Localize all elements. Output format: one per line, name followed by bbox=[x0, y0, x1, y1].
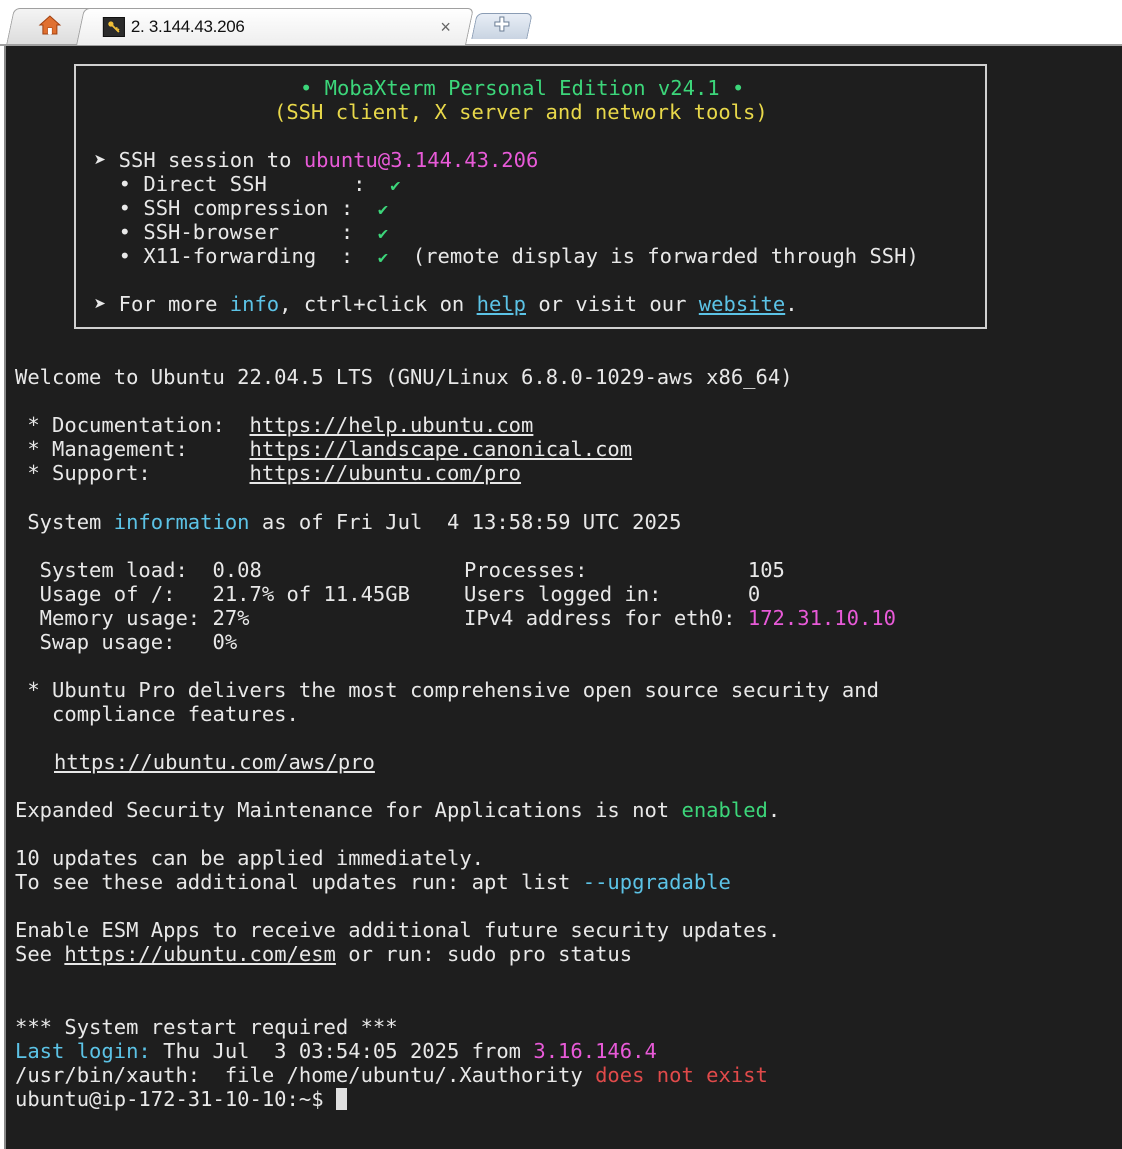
banner-more-info: ➤ For more info, ctrl+click on help or v… bbox=[94, 292, 798, 316]
tab-bar: 2. 3.144.43.206 × bbox=[0, 0, 1122, 45]
xauth-error: does not exist bbox=[595, 1063, 768, 1087]
ipv4-address: 172.31.10.10 bbox=[747, 606, 896, 630]
stat-right: Processes: 105 bbox=[464, 558, 785, 582]
stat-left: System load: 0.08 bbox=[15, 558, 262, 582]
updates-line: 10 updates can be applied immediately. bbox=[15, 846, 484, 870]
home-icon bbox=[38, 14, 62, 41]
info-link[interactable]: info bbox=[230, 292, 279, 316]
stat-left: Swap usage: 0% bbox=[15, 630, 238, 654]
enable-esm-line: Enable ESM Apps to receive additional fu… bbox=[15, 918, 781, 942]
check-icon: ✔ bbox=[390, 176, 401, 196]
management-line: * Management: https://landscape.canonica… bbox=[15, 437, 633, 461]
stat-left: Usage of /: 21.7% of 11.45GB bbox=[15, 582, 410, 606]
last-login-ip: 3.16.146.4 bbox=[533, 1039, 657, 1063]
website-link[interactable]: website bbox=[699, 292, 785, 316]
check-icon: ✔ bbox=[377, 224, 389, 244]
esm-link[interactable]: https://ubuntu.com/esm bbox=[64, 942, 336, 966]
banner-feature: • X11-forwarding : ✔ (remote display is … bbox=[94, 244, 919, 268]
banner-title: • MobaXterm Personal Edition v24.1 • bbox=[300, 76, 745, 100]
cursor bbox=[335, 1088, 347, 1110]
esm-enabled-word: enabled bbox=[681, 798, 768, 822]
shell-prompt[interactable]: ubuntu@ip-172-31-10-10:~$ bbox=[15, 1087, 347, 1111]
esm-line: Expanded Security Maintenance for Applic… bbox=[15, 798, 781, 822]
upgradable-flag: --upgradable bbox=[582, 870, 731, 894]
terminal[interactable]: • MobaXterm Personal Edition v24.1 • (SS… bbox=[4, 46, 1122, 1149]
stat-left: Memory usage: 27% bbox=[15, 606, 250, 630]
support-line: * Support: https://ubuntu.com/pro bbox=[15, 461, 522, 485]
new-tab-icon bbox=[494, 16, 510, 37]
mobaxterm-banner: • MobaXterm Personal Edition v24.1 • (SS… bbox=[74, 64, 987, 329]
management-link[interactable]: https://landscape.canonical.com bbox=[250, 437, 633, 461]
ubuntu-pro-line: * Ubuntu Pro delivers the most comprehen… bbox=[15, 678, 879, 702]
banner-session-line: ➤ SSH session to ubuntu@3.144.43.206 bbox=[94, 148, 539, 172]
ubuntu-pro-link[interactable]: https://ubuntu.com/aws/pro bbox=[54, 750, 375, 774]
last-login-line: Last login: Thu Jul 3 03:54:05 2025 from… bbox=[15, 1039, 657, 1063]
documentation-link[interactable]: https://help.ubuntu.com bbox=[250, 413, 534, 437]
close-icon[interactable]: × bbox=[440, 17, 451, 38]
session-target: ubuntu@3.144.43.206 bbox=[303, 148, 539, 172]
esm-see-line: See https://ubuntu.com/esm or run: sudo … bbox=[15, 942, 633, 966]
sysinfo-word: information bbox=[113, 510, 250, 534]
restart-required-line: *** System restart required *** bbox=[15, 1015, 398, 1039]
documentation-line: * Documentation: https://help.ubuntu.com bbox=[15, 413, 534, 437]
banner-subtitle: (SSH client, X server and network tools) bbox=[274, 100, 768, 124]
banner-feature: • SSH compression : ✔ bbox=[94, 196, 389, 220]
key-icon bbox=[102, 17, 125, 37]
check-icon: ✔ bbox=[377, 200, 389, 220]
updates-command-line: To see these additional updates run: apt… bbox=[15, 870, 731, 894]
sysinfo-line: System information as of Fri Jul 4 13:58… bbox=[15, 510, 682, 534]
tab-session[interactable]: 2. 3.144.43.206 × bbox=[76, 8, 474, 45]
help-link[interactable]: help bbox=[477, 292, 526, 316]
welcome-line: Welcome to Ubuntu 22.04.5 LTS (GNU/Linux… bbox=[15, 365, 793, 389]
new-tab-button[interactable] bbox=[471, 13, 533, 39]
tab-session-title: 2. 3.144.43.206 bbox=[130, 17, 245, 36]
stat-right: Users logged in: 0 bbox=[464, 582, 761, 606]
banner-feature: • SSH-browser : ✔ bbox=[94, 220, 389, 244]
ubuntu-pro-line: compliance features. bbox=[15, 702, 299, 726]
check-icon: ✔ bbox=[377, 248, 389, 268]
support-link[interactable]: https://ubuntu.com/pro bbox=[250, 461, 522, 485]
banner-feature: • Direct SSH : ✔ bbox=[94, 172, 401, 196]
xauth-line: /usr/bin/xauth: file /home/ubuntu/.Xauth… bbox=[15, 1063, 768, 1087]
stat-right: IPv4 address for eth0: 172.31.10.10 bbox=[464, 606, 896, 630]
